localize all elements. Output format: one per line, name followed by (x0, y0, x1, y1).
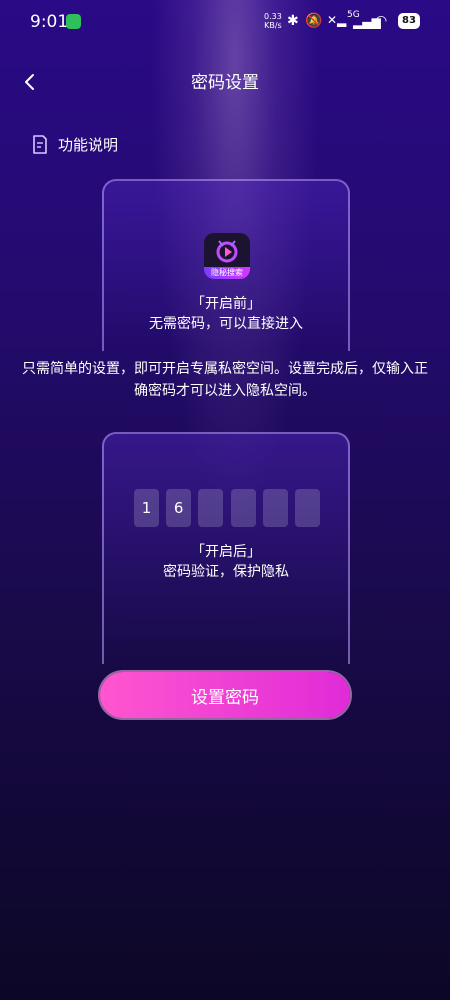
after-preview-card: 1 6 「开启后」 密码验证，保护隐私 (102, 432, 350, 664)
before-tag: 「开启前」 (191, 296, 261, 312)
net-speed-unit: KB/s (264, 21, 282, 30)
net-speed-value: 0.33 (264, 12, 282, 21)
bluetooth-icon: ✱ (287, 13, 299, 29)
pin-digit-box (294, 489, 320, 527)
before-caption: 无需密码，可以直接进入 (149, 316, 303, 332)
wifi-icon: ◠ (375, 13, 388, 29)
setup-description: 只需简单的设置，即可开启专属私密空间。设置完成后，仅输入正确密码才可以进入隐私空… (22, 361, 428, 399)
feature-description-label[interactable]: 功能说明 (58, 134, 118, 155)
app-name-label: 隐秘搜索 (204, 267, 250, 279)
after-text: 「开启后」 密码验证，保护隐私 (104, 542, 348, 582)
pin-digit-box (262, 489, 288, 527)
net-speed: 0.33 KB/s (264, 12, 282, 30)
pin-digit-box: 1 (134, 489, 159, 527)
pin-input: 1 6 (134, 489, 320, 529)
pin-digit-box (230, 489, 256, 527)
status-bar: 9:01 0.33 KB/s ✱ 🔕 ✕▂ 5G ▂▄▆ ◠ 83 (0, 0, 450, 44)
signal-off-icon: ✕▂ (327, 13, 347, 27)
app-logo-icon (216, 240, 238, 263)
page-title: 密码设置 (191, 73, 259, 93)
pin-digit-box: 6 (166, 489, 192, 527)
document-icon (32, 135, 48, 154)
app-icon: 隐秘搜索 (204, 233, 250, 279)
set-password-button[interactable]: 设置密码 (100, 672, 350, 718)
battery-indicator: 83 (398, 13, 420, 29)
before-preview-card: 隐秘搜索 「开启前」 无需密码，可以直接进入 (102, 179, 350, 351)
wechat-notification-icon (66, 14, 81, 29)
mute-icon: 🔕 (305, 13, 323, 29)
status-time: 9:01 (30, 12, 69, 32)
pin-digit-box (198, 489, 224, 527)
before-text: 「开启前」 无需密码，可以直接进入 (104, 294, 348, 334)
after-caption: 密码验证，保护隐私 (163, 564, 289, 580)
after-tag: 「开启后」 (191, 544, 261, 560)
